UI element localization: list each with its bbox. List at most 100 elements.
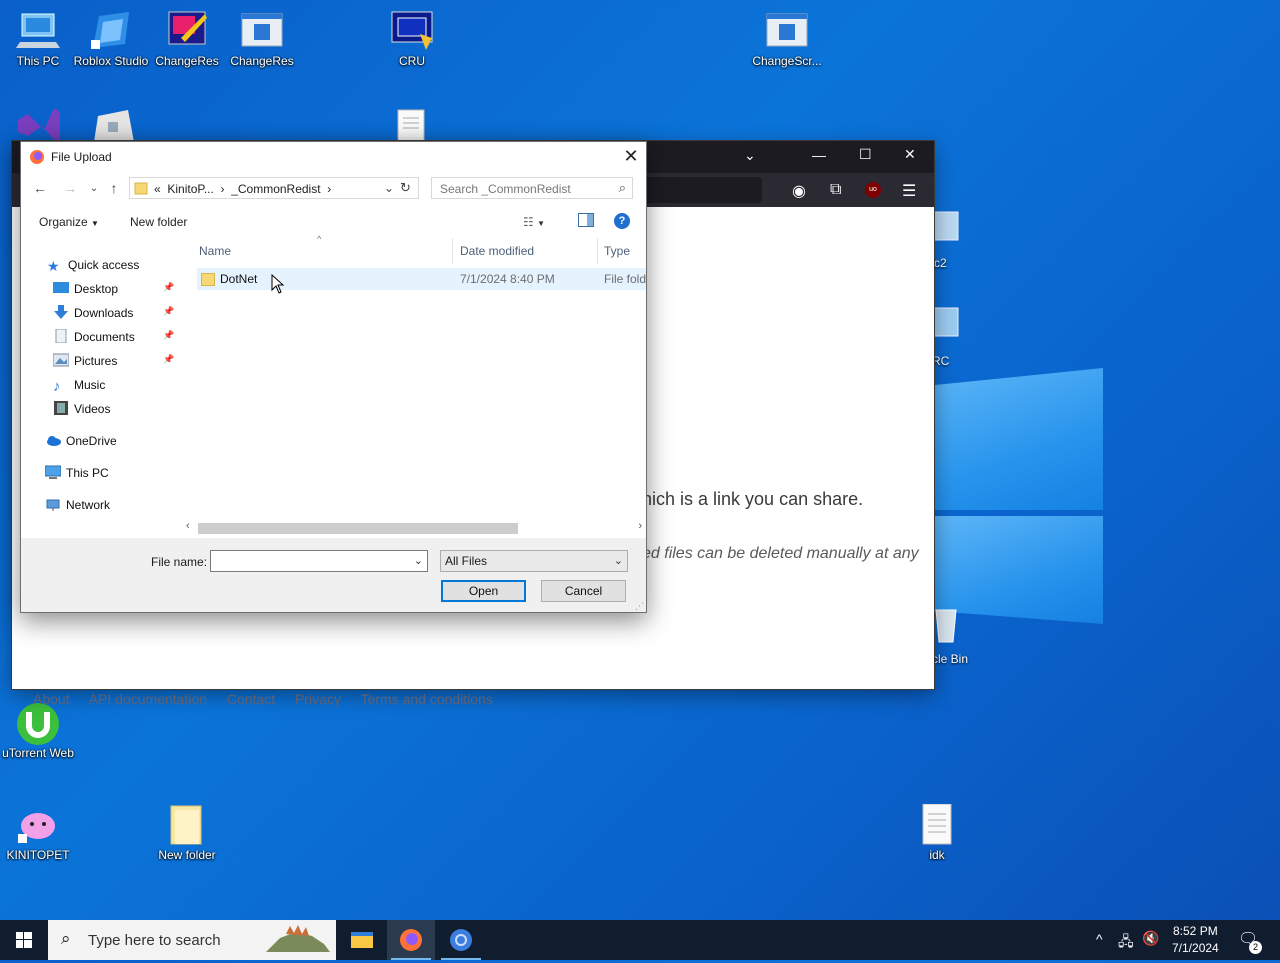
taskbar-search-input[interactable]: Type here to search [88,932,221,949]
chevron-right-icon[interactable]: › [221,182,225,196]
close-icon[interactable]: ✕ [904,146,916,163]
desktop-icon-changescr[interactable]: ChangeScr... [749,10,825,68]
chevron-down-icon[interactable]: ⌄ [414,551,423,571]
show-hidden-icons-chevron-icon[interactable]: ^ [1096,931,1103,947]
taskbar-firefox[interactable] [387,920,435,960]
desktop-icon-this-pc[interactable]: This PC [0,10,76,68]
visual-studio-icon[interactable] [14,106,62,142]
chevron-down-icon[interactable]: ⌄ [384,181,394,195]
nav-item-downloads[interactable]: Downloads [53,302,133,324]
recent-locations-chevron-icon[interactable]: ⌄ [85,183,103,194]
minimize-icon[interactable]: — [812,147,826,163]
taskbar-search-box[interactable]: ⌕ Type here to search [48,920,336,960]
file-type-cell: File fold [604,272,647,286]
column-separator[interactable] [452,238,453,264]
address-bar[interactable]: « KinitoP... › _CommonRedist › ⌄ ↻ [129,177,419,199]
folder-icon [201,272,215,286]
horizontal-scrollbar[interactable]: ‹ › [186,520,644,536]
desktop-icon-idk[interactable]: idk [899,803,975,862]
chevron-right-icon[interactable]: › [327,182,331,196]
menu-icon[interactable]: ☰ [902,181,916,201]
extensions-icon[interactable]: ⧉ [830,181,841,199]
pin-icon[interactable]: 📌 [163,282,174,293]
taskbar-chrome-app[interactable] [437,920,485,960]
desktop-icon-kinitopet[interactable]: KINITOPET [0,804,76,862]
speaker-muted-icon[interactable]: 🔇 [1142,930,1159,947]
network-icon[interactable]: 🖧 [1118,931,1134,955]
nav-item-pictures[interactable]: Pictures [53,350,117,372]
footer-link-api[interactable]: API documentation [89,691,207,707]
pin-icon[interactable]: 📌 [163,306,174,317]
dialog-footer: File name: ⌄ All Files ⌄ Open Cancel ⋰ [21,538,646,612]
folder-icon [134,181,148,195]
search-input[interactable]: Search _CommonRedist [440,182,571,196]
footer-link-privacy[interactable]: Privacy [295,691,341,707]
back-arrow-icon[interactable]: ← [31,180,49,196]
help-icon[interactable]: ? [614,213,630,229]
resize-grip-icon[interactable]: ⋰ [635,601,644,612]
desktop-icon-changeres-2[interactable]: ChangeRes [224,10,300,68]
desktop-partial-recycle-bin[interactable]: cle Bin [930,604,980,670]
column-header-type[interactable]: Type [604,244,630,258]
forward-arrow-icon[interactable]: → [61,180,79,196]
pin-icon[interactable]: 📌 [163,330,174,341]
nav-item-videos[interactable]: Videos [53,398,110,420]
file-type-filter-select[interactable]: All Files ⌄ [440,550,628,572]
dialog-close-button[interactable]: ✕ [616,142,646,172]
chevron-down-icon[interactable]: ⌄ [744,147,756,164]
footer-link-contact[interactable]: Contact [227,691,275,707]
preview-pane-icon[interactable] [578,213,594,227]
nav-item-documents[interactable]: Documents [53,326,135,348]
taskbar-file-explorer[interactable] [338,920,386,960]
nav-item-quick-access[interactable]: ★ Quick access [47,254,139,276]
breadcrumb-overflow[interactable]: « [154,182,161,196]
chrome-icon [450,929,472,951]
nav-item-onedrive[interactable]: OneDrive [45,430,117,452]
nav-item-desktop[interactable]: Desktop [53,278,118,300]
start-button[interactable] [0,920,48,960]
maximize-icon[interactable]: ☐ [859,146,872,163]
scroll-left-icon[interactable]: ‹ [186,520,190,532]
desktop-icon-label: New folder [158,848,216,862]
cancel-button[interactable]: Cancel [541,580,626,602]
ublock-icon[interactable]: uo [865,182,881,198]
desktop-icon-changeres-1[interactable]: ChangeRes [149,10,225,68]
column-header-name[interactable]: Name [199,244,231,258]
desktop-icon-label: KINITOPET [6,848,70,862]
footer-link-terms[interactable]: Terms and conditions [361,691,493,707]
desktop-icon-cru[interactable]: CRU [374,10,450,68]
view-options-icon[interactable]: ☷ ▼ [523,215,545,229]
nav-item-this-pc[interactable]: This PC [45,462,109,484]
account-icon[interactable]: ◉ [792,181,806,201]
desktop-icon-roblox-studio[interactable]: Roblox Studio [73,10,149,68]
desktop-partial-c2[interactable]: c2 [930,208,964,278]
clock-time[interactable]: 8:52 PM [1173,924,1218,938]
roblox-icon[interactable] [90,106,136,142]
file-name-cell[interactable]: DotNet [220,272,257,286]
new-folder-button[interactable]: New folder [130,215,187,229]
desktop-icon-utorrent-web[interactable]: uTorrent Web [0,702,76,760]
refresh-icon[interactable]: ↻ [400,180,411,196]
footer-link-about[interactable]: About [33,691,70,707]
nav-item-music[interactable]: ♪ Music [53,374,105,396]
breadcrumb-kinitopet[interactable]: KinitoP... [167,182,213,196]
column-separator[interactable] [597,238,598,264]
text-file-icon[interactable] [394,108,428,143]
open-button[interactable]: Open [441,580,526,602]
clock-date[interactable]: 7/1/2024 [1172,941,1219,955]
scrollbar-thumb[interactable] [198,523,518,534]
scroll-right-icon[interactable]: › [638,520,642,532]
desktop-icon-new-folder[interactable]: New folder [149,804,225,862]
nav-item-network[interactable]: Network [45,494,110,516]
file-name-input[interactable]: ⌄ [210,550,428,572]
document-icon [55,329,67,343]
table-row[interactable] [197,268,646,290]
organize-button[interactable]: Organize ▼ [39,215,99,229]
column-header-date-modified[interactable]: Date modified [460,244,534,258]
pin-icon[interactable]: 📌 [163,354,174,365]
up-arrow-icon[interactable]: ↑ [105,180,123,196]
desktop-partial-rc[interactable]: RC [930,304,964,374]
search-highlight-dinosaur-icon[interactable] [262,922,334,958]
search-box[interactable]: Search _CommonRedist ⌕ [431,177,633,199]
breadcrumb-commonredist[interactable]: _CommonRedist [231,182,320,196]
